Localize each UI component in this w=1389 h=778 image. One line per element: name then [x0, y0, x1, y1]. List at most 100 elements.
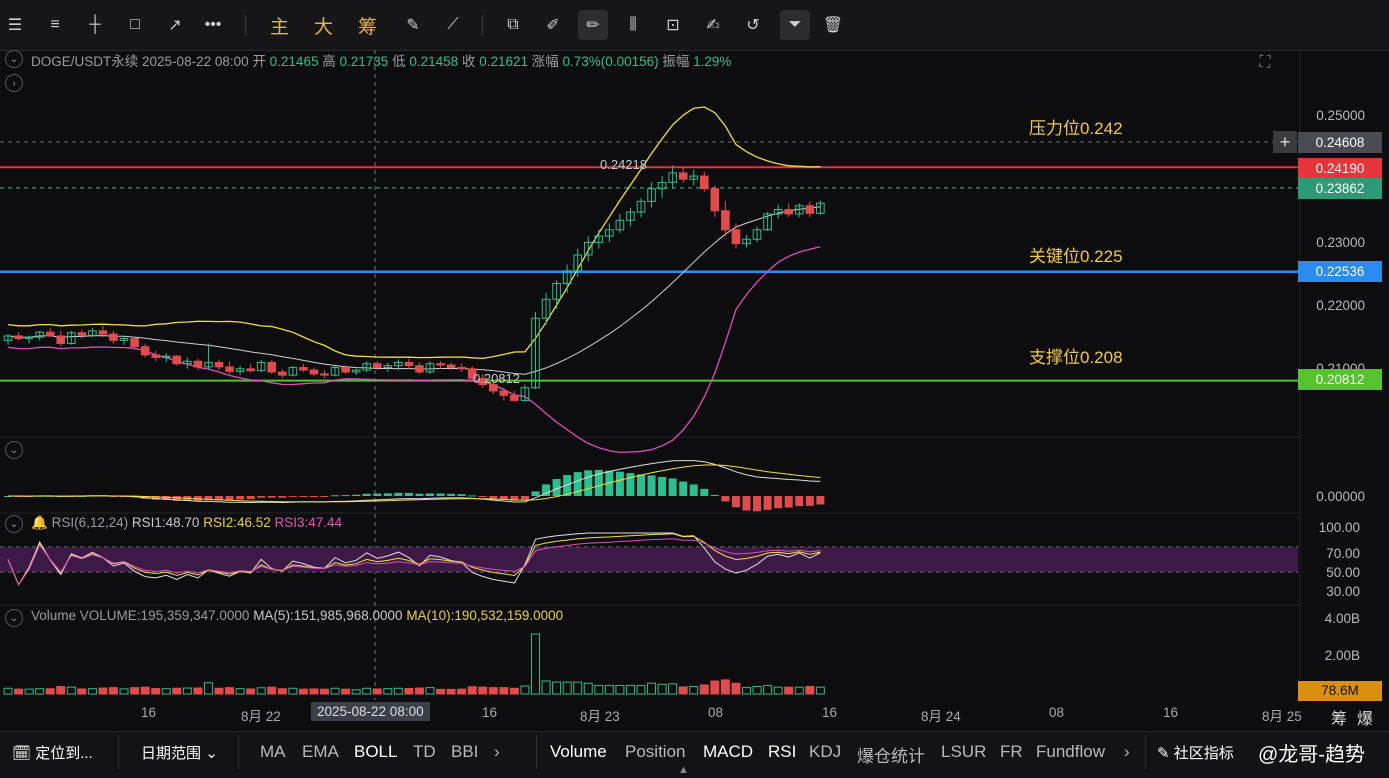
note-icon[interactable]: ✍: [698, 10, 728, 40]
horizontal-line-icon[interactable]: ┼: [80, 10, 110, 40]
sub-indicators-more-icon[interactable]: ›: [1124, 742, 1130, 762]
rsi1-value: RSI1:48.70: [131, 515, 200, 530]
macd-histogram-bar: [415, 493, 424, 496]
indicator-ma[interactable]: MA: [260, 742, 286, 762]
indicator-boll[interactable]: BOLL: [354, 742, 397, 762]
menu-icon[interactable]: ☰: [0, 10, 30, 40]
volume-bar: [24, 688, 34, 695]
community-indicators-button[interactable]: ✎ 社区指标: [1157, 742, 1234, 763]
candle-body: [499, 390, 509, 396]
volume-bar: [805, 686, 815, 695]
magnet-icon[interactable]: ↺: [738, 10, 768, 40]
chevron-up-icon[interactable]: ▲: [678, 764, 689, 776]
expand-icon[interactable]: ›: [5, 74, 23, 92]
candle-body: [172, 355, 182, 365]
more-icon[interactable]: •••: [198, 10, 228, 40]
volume-bar: [277, 688, 287, 695]
candle-body: [225, 366, 234, 372]
macd-histogram-bar: [584, 470, 593, 496]
date-range-dropdown[interactable]: 日期范围 ⌄: [141, 742, 218, 763]
macd-histogram-bar: [753, 496, 762, 512]
indicator-lsur[interactable]: LSUR: [941, 742, 986, 762]
volume-bar: [531, 633, 540, 695]
candle-body: [731, 229, 741, 245]
indicator-icon[interactable]: ↗: [160, 10, 190, 40]
macd-histogram-bar: [278, 496, 287, 498]
macd-histogram-bar: [352, 494, 361, 496]
low-marker-label: 0.20812: [473, 371, 520, 386]
volume-bar: [309, 688, 319, 695]
time-axis-label: 08: [708, 705, 724, 720]
volume-bar: [467, 686, 477, 695]
filter-icon[interactable]: ⏷: [780, 10, 810, 40]
volume-bar: [794, 686, 804, 695]
lock-icon[interactable]: ⊡: [658, 10, 688, 40]
amplitude-label: 振幅: [662, 54, 690, 69]
indicator-position[interactable]: Position: [625, 742, 685, 762]
high-marker-label: 0.24218: [600, 157, 647, 172]
indicator-liquidation[interactable]: 爆仓统计: [857, 742, 925, 767]
volume-collapse-icon[interactable]: ⌄: [5, 609, 23, 627]
crosshair-time-tag: 2025-08-22 08:00: [311, 702, 430, 721]
main-chart-toggle[interactable]: 主: [270, 12, 289, 39]
candle-body: [710, 188, 720, 212]
volume-bar: [541, 680, 551, 695]
indicator-td[interactable]: TD: [413, 742, 436, 762]
list-icon[interactable]: ≡: [40, 10, 70, 40]
macd-histogram-bar: [331, 495, 340, 497]
rsi-collapse-icon[interactable]: ⌄: [5, 515, 23, 533]
indicator-fr[interactable]: FR: [1000, 742, 1023, 762]
volume-bar: [119, 688, 129, 695]
candle-body: [56, 335, 66, 345]
fullscreen-icon[interactable]: ⛶: [1250, 48, 1280, 78]
low-label: 低: [392, 54, 406, 69]
macd-histogram-bar: [383, 493, 392, 496]
indicator-volume[interactable]: Volume: [550, 742, 607, 762]
volume-bar: [35, 688, 45, 695]
candle-body: [446, 364, 456, 369]
rectangle-icon[interactable]: □: [120, 10, 150, 40]
key-level-price-tag: 0.22536: [1298, 261, 1382, 282]
candle-body: [140, 346, 150, 356]
separator: [118, 734, 119, 770]
macd-histogram-bar: [531, 491, 540, 496]
large-order-toggle[interactable]: 大: [314, 12, 333, 39]
indicator-fundflow[interactable]: Fundflow: [1036, 742, 1105, 762]
boll-upper-line: [7, 106, 821, 360]
indicator-bbi[interactable]: BBI: [451, 742, 478, 762]
liquidation-button[interactable]: 爆: [1357, 705, 1373, 729]
brush-icon[interactable]: ✏: [578, 10, 608, 40]
macd-collapse-icon[interactable]: ⌄: [5, 441, 23, 459]
price-axis-label: 0.25000: [1316, 108, 1365, 123]
chips-toggle[interactable]: 筹: [358, 12, 377, 39]
calendar-icon: 🗓: [12, 745, 32, 762]
collapse-icon[interactable]: ⌄: [5, 50, 23, 68]
copy-icon[interactable]: ⧉: [498, 10, 528, 40]
volume-axis-label: 4.00B: [1324, 611, 1360, 626]
edit-icon[interactable]: ✎: [398, 10, 428, 40]
macd-histogram-bar: [700, 488, 709, 496]
indicator-ema[interactable]: EMA: [302, 742, 339, 762]
volume-bar: [520, 685, 530, 695]
candles-icon[interactable]: ⫼: [618, 10, 648, 40]
volume-bar: [66, 686, 76, 695]
locate-button[interactable]: 🗓 定位到...: [12, 742, 93, 763]
volume-bar: [720, 679, 730, 695]
main-indicators-more-icon[interactable]: ›: [494, 742, 500, 762]
volume-bar: [288, 687, 298, 695]
trash-icon[interactable]: 🗑: [818, 10, 848, 40]
indicator-macd[interactable]: MACD: [703, 742, 753, 762]
volume-bar: [446, 688, 456, 695]
indicator-rsi[interactable]: RSI: [768, 742, 796, 762]
pen-icon[interactable]: ✐: [538, 10, 568, 40]
chart-canvas[interactable]: [0, 50, 1389, 731]
ohlc-info-bar: DOGE/USDT永续 2025-08-22 08:00 开 0.21465 高…: [31, 50, 731, 70]
trendline-icon[interactable]: ⟋: [438, 10, 468, 40]
chips-button[interactable]: 筹: [1331, 705, 1347, 729]
bell-icon[interactable]: 🔔: [31, 515, 48, 530]
support-price-tag: 0.20812: [1298, 369, 1382, 390]
indicator-kdj[interactable]: KDJ: [809, 742, 841, 762]
add-alert-icon[interactable]: +: [1273, 131, 1297, 153]
macd-histogram-bar: [679, 481, 688, 496]
open-label: 开: [252, 54, 266, 69]
